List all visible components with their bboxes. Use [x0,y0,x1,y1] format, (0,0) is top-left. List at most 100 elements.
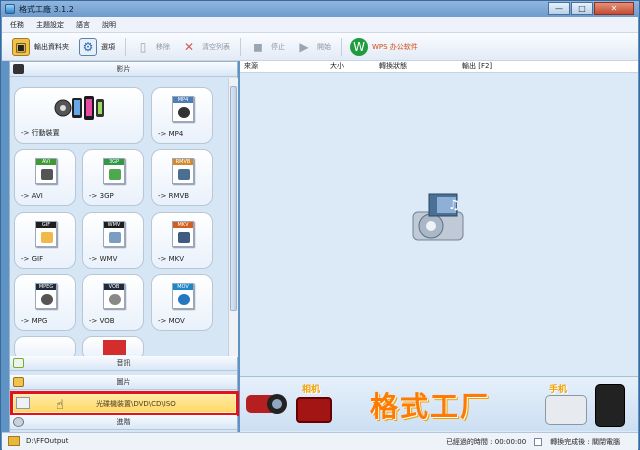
options-button[interactable]: ⚙ 選項 [79,36,115,58]
stop-label: 停止 [271,42,285,51]
format-scrollbar[interactable] [228,78,238,357]
advanced-category-label: 進階 [116,418,131,426]
after-convert-checkbox[interactable] [534,438,543,446]
column-size[interactable]: 大小 [326,61,375,73]
tile-wmv[interactable]: WMV -> WMV [82,212,144,269]
clear-list-icon: ✕ [183,39,195,54]
red-file-icon [103,340,126,355]
tile-partial-left[interactable] [14,336,76,357]
rom-device-highlight[interactable]: ☝ 光碟機裝置\DVD\CD\ISO [10,391,239,416]
mpeg-icon-label: MPEG [36,284,56,290]
video-screen-icon [178,169,190,180]
advanced-category-header[interactable]: 進階 [10,415,237,430]
vob-file-icon: VOB [103,283,125,309]
output-path[interactable]: D:\FFOutput [26,437,68,445]
task-table-header: 來源 大小 轉換狀態 輸出 [F2] [240,61,638,73]
mpeg-file-icon: MPEG [35,283,57,309]
video-category-label: 影片 [116,65,131,73]
column-output[interactable]: 輸出 [F2] [458,61,558,73]
wmv-file-icon: WMV [103,221,125,247]
remove-icon: ▯ [139,39,147,54]
close-button[interactable]: ✕ [594,2,634,15]
video-frame-icon [109,232,121,243]
digital-camera-icon [296,397,332,423]
3gp-icon-label: 3GP [104,159,124,165]
app-icon [5,4,15,14]
rmvb-file-icon: RMVB [172,158,194,184]
phone-icon [109,169,121,180]
image-category-label: 圖片 [116,378,131,386]
audio-category-label: 音訊 [116,359,131,367]
tile-mov[interactable]: MOV -> MOV [151,274,213,331]
video-camera-icon [244,386,290,418]
disc-icon [109,294,121,305]
tile-rmvb-label: -> RMVB [158,192,190,200]
svg-text:♫: ♫ [448,198,460,213]
audio-category-icon [13,358,24,368]
tile-mpg-label: -> MPG [21,317,48,325]
output-folder-label: 輸出資料夾 [34,42,69,51]
tile-mpg[interactable]: MPEG -> MPG [14,274,76,331]
menu-help[interactable]: 說明 [102,20,116,30]
rmvb-icon-label: RMVB [173,159,193,165]
output-folder-button[interactable]: ▣ 輸出資料夾 [12,36,69,58]
start-button[interactable]: ▶ 開始 [295,36,331,58]
smartphone-icon [595,384,625,427]
tile-wmv-label: -> WMV [89,255,118,263]
tile-rmvb[interactable]: RMVB -> RMVB [151,149,213,206]
rom-device-item[interactable]: ☝ 光碟機裝置\DVD\CD\ISO [14,395,235,413]
advanced-category-icon [13,417,24,427]
movie-icon [178,232,190,243]
menu-skin[interactable]: 主題設定 [36,20,64,30]
wps-office-link[interactable]: W WPS 办公软件 [350,36,418,58]
gif-file-icon: GIF [35,221,57,247]
tile-avi[interactable]: AVI -> AVI [14,149,76,206]
window-title: 格式工廠 3.1.2 [19,5,74,14]
clear-list-label: 清空列表 [202,42,230,51]
menu-language[interactable]: 語言 [76,20,90,30]
output-folder-icon[interactable] [8,436,20,446]
film-reel-icon [178,107,190,118]
tile-vob[interactable]: VOB -> VOB [82,274,144,331]
toolbar-separator [240,37,241,56]
window-controls: — □ ✕ [548,2,634,15]
tile-avi-label: -> AVI [21,192,43,200]
video-category-header[interactable]: 影片 [10,62,237,77]
stop-button[interactable]: ◼ 停止 [249,36,285,58]
tile-mp4-label: -> MP4 [158,130,184,138]
remove-button[interactable]: ▯ 移除 [134,36,170,58]
tile-gif[interactable]: GIF -> GIF [14,212,76,269]
mov-icon-label: MOV [173,284,193,290]
image-icon [41,232,53,243]
phone-banner-text: 手机 [549,385,568,395]
gif-icon-label: GIF [36,222,56,228]
scrollbar-thumb[interactable] [230,86,237,311]
wps-icon: W [350,37,368,56]
image-category-header[interactable]: 圖片 [10,375,237,390]
column-source[interactable]: 來源 [240,61,326,73]
mp4-icon-label: MP4 [173,97,193,103]
tile-mkv[interactable]: MKV -> MKV [151,212,213,269]
clear-list-button[interactable]: ✕ 清空列表 [180,36,230,58]
tile-mp4[interactable]: MP4 -> MP4 [151,87,213,144]
elapsed-time: 已經過的時間 : 00:00:00 [445,438,527,446]
mobile-device-icon [54,94,106,122]
conversion-sidebar: 影片 -> 行動裝置 MP4 -> MP4 AVI -> AVI 3GP -> … [9,61,239,433]
mkv-file-icon: MKV [172,221,194,247]
app-window: 格式工廠 3.1.2 — □ ✕ 任務 主題設定 語言 說明 ▣ 輸出資料夾 ⚙ 選… [0,0,640,450]
hand-cursor-icon: ☝ [56,398,64,413]
promo-banner: 相机 格式工厂 手机 [240,376,638,431]
tile-mobile-device[interactable]: -> 行動裝置 [14,87,144,144]
menu-task[interactable]: 任務 [10,20,24,30]
image-category-icon [13,377,24,387]
minimize-button[interactable]: — [548,2,570,15]
column-status[interactable]: 轉換狀態 [375,61,458,73]
tile-3gp[interactable]: 3GP -> 3GP [82,149,144,206]
options-icon: ⚙ [79,37,97,56]
audio-category-header[interactable]: 音訊 [10,356,237,371]
maximize-button[interactable]: □ [571,2,593,15]
start-icon: ▶ [299,39,309,54]
rom-device-label: 光碟機裝置\DVD\CD\ISO [96,400,176,408]
tile-partial-middle[interactable] [82,336,144,357]
folder-icon: ▣ [12,37,30,56]
